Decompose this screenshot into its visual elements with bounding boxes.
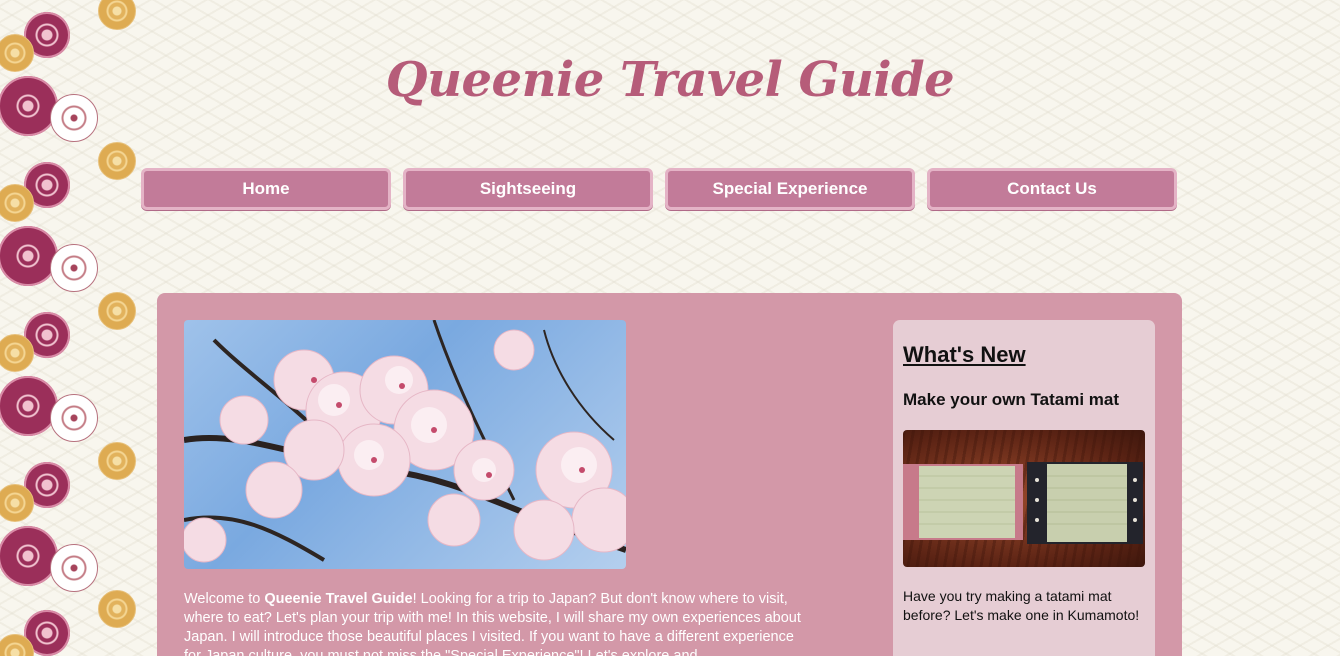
nav-special-experience-button[interactable]: Special Experience xyxy=(665,168,915,210)
nav-home-button[interactable]: Home xyxy=(141,168,391,210)
gold-flower-icon xyxy=(0,334,34,372)
cherry-blossom-photo xyxy=(184,320,626,569)
magenta-flower-icon xyxy=(0,376,58,436)
gold-flower-icon xyxy=(0,184,34,222)
whats-new-box: What's New Make your own Tatami mat Have… xyxy=(893,320,1155,656)
magenta-flower-icon xyxy=(0,226,58,286)
content-panel: Welcome to Queenie Travel Guide! Looking… xyxy=(157,293,1182,656)
intro-brand-name: Queenie Travel Guide xyxy=(264,591,413,607)
white-flower-icon xyxy=(50,244,98,292)
whats-new-title: Make your own Tatami mat xyxy=(903,390,1120,409)
gold-flower-icon xyxy=(98,590,136,628)
magenta-flower-icon xyxy=(0,526,58,586)
gold-flower-icon xyxy=(98,292,136,330)
gold-flower-icon xyxy=(98,0,136,30)
tatami-mat-photo xyxy=(903,430,1145,567)
intro-prefix: Welcome to xyxy=(184,591,265,607)
white-flower-icon xyxy=(50,544,98,592)
gold-flower-icon xyxy=(0,484,34,522)
tatami-mat-image xyxy=(903,462,1143,544)
whats-new-heading[interactable]: What's New xyxy=(903,342,1026,368)
whats-new-description: Have you try making a tatami mat before?… xyxy=(903,588,1140,623)
site-title: Queenie Travel Guide xyxy=(385,52,955,108)
intro-paragraph: Welcome to Queenie Travel Guide! Looking… xyxy=(184,590,804,656)
white-flower-icon xyxy=(50,394,98,442)
main-navigation: Home Sightseeing Special Experience Cont… xyxy=(141,168,1177,210)
cherry-blossom-image xyxy=(184,320,626,563)
gold-flower-icon xyxy=(98,142,136,180)
nav-contact-us-button[interactable]: Contact Us xyxy=(927,168,1177,210)
nav-sightseeing-button[interactable]: Sightseeing xyxy=(403,168,653,210)
gold-flower-icon xyxy=(98,442,136,480)
